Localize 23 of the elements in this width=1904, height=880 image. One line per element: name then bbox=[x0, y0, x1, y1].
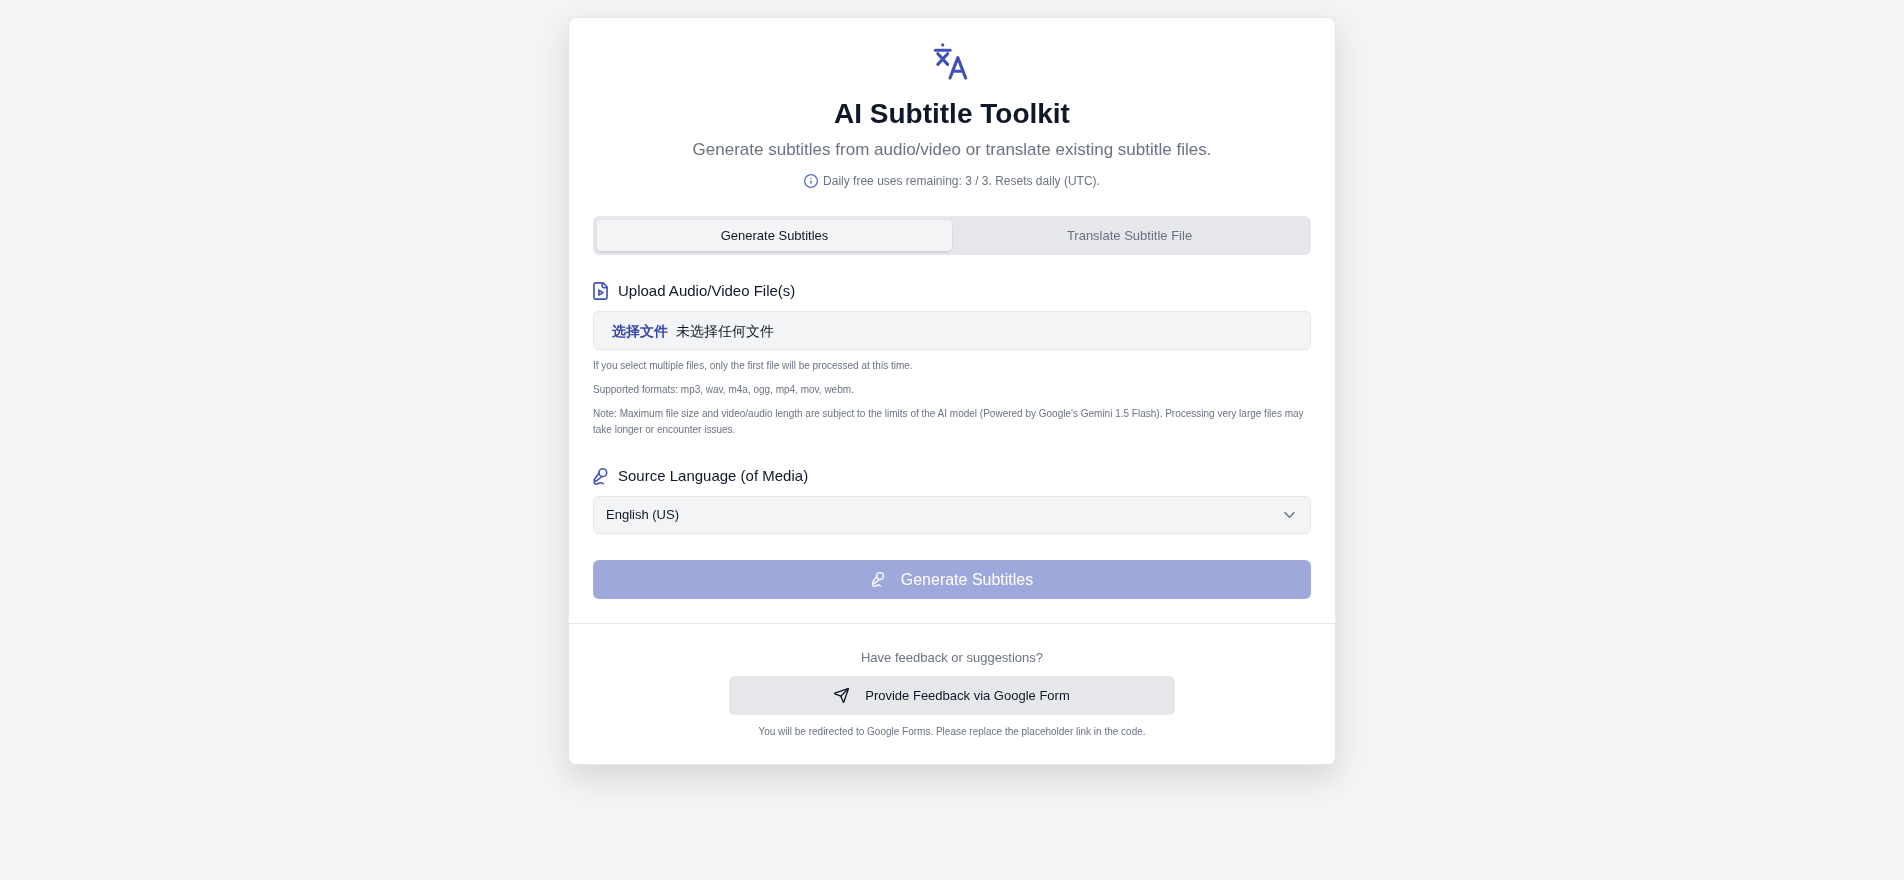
redirect-note: You will be redirected to Google Forms. Please replace the placeholder link in the code. bbox=[758, 725, 1146, 739]
file-play-icon bbox=[593, 282, 608, 300]
app-subtitle: Generate subtitles from audio/video or translate existing subtitle files. bbox=[692, 139, 1212, 161]
microphone-icon bbox=[593, 467, 608, 485]
usage-note: Daily free uses remaining: 3 / 3. Resets daily (UTC). bbox=[823, 173, 1100, 190]
chevron-down-icon bbox=[1284, 512, 1295, 518]
microphone-icon bbox=[870, 572, 885, 587]
app-title: AI Subtitle Toolkit bbox=[834, 97, 1070, 131]
language-select[interactable]: English (US) bbox=[593, 496, 1311, 534]
choose-file-button[interactable]: 选择文件 bbox=[612, 320, 668, 341]
send-icon bbox=[834, 688, 850, 703]
file-input[interactable]: 选择文件 未选择任何文件 bbox=[593, 311, 1311, 350]
feedback-button[interactable]: Provide Feedback via Google Form bbox=[729, 676, 1175, 715]
tab[interactable]: Generate Subtitles bbox=[597, 220, 952, 251]
field-label: Source Language (of Media) bbox=[618, 466, 809, 486]
tab[interactable]: Translate Subtitle File bbox=[952, 220, 1307, 251]
help-text: Supported formats: mp3, wav, m4a, ogg, mp4, mov, webm. bbox=[593, 383, 855, 397]
help-text: Note: Maximum file size and video/audio length are subject to the limits of the AI model (Powered by Google's Gemini 1.5 Flash). Processing very large files may take longer or encounter issues. bbox=[593, 407, 1305, 437]
field-label: Upload Audio/Video File(s) bbox=[618, 281, 796, 301]
info-icon bbox=[804, 174, 819, 188]
file-status-text: 未选择任何文件 bbox=[676, 321, 774, 341]
help-text: If you select multiple files, only the first file will be processed at this time. bbox=[593, 359, 914, 373]
feedback-prompt: Have feedback or suggestions? bbox=[860, 649, 1044, 667]
